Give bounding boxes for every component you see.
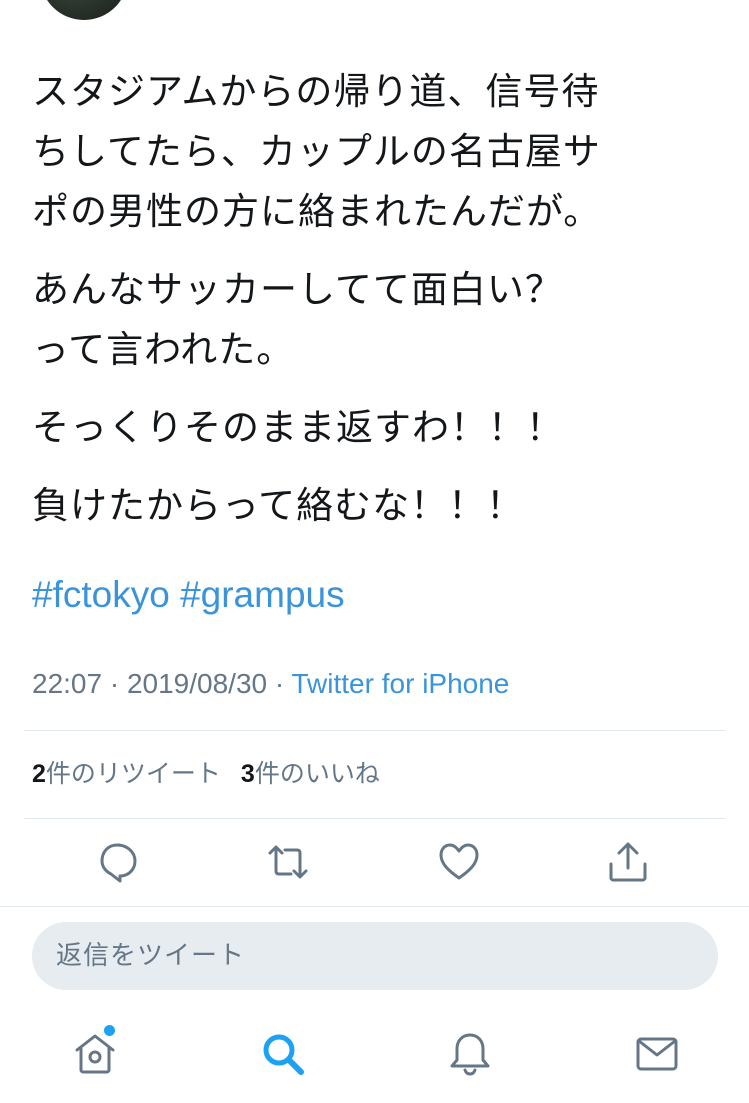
hashtag-link-grampus[interactable]: #grampus xyxy=(180,574,345,615)
tweet-line: って言われた。 xyxy=(32,328,295,371)
divider xyxy=(24,730,725,731)
tweet-date: 2019/08/30 xyxy=(126,668,268,699)
reply-icon[interactable] xyxy=(97,840,141,884)
reply-input[interactable]: 返信をツイート xyxy=(32,922,718,990)
notifications-icon[interactable] xyxy=(446,1030,494,1078)
divider xyxy=(24,818,725,819)
retweets-stat[interactable]: 2件のリツイート xyxy=(32,759,221,788)
tweet-line: 負けたからって絡むな！！！ xyxy=(32,484,525,527)
retweets-count: 2 xyxy=(32,760,46,788)
like-icon[interactable] xyxy=(437,840,481,884)
tweet-paragraph: そっくりそのまま返すわ！！！ xyxy=(32,398,722,458)
meta-separator: · xyxy=(274,668,285,699)
messages-icon[interactable] xyxy=(633,1030,681,1078)
search-icon[interactable] xyxy=(259,1030,307,1078)
tweet-line: スタジアムからの帰り道、信号待 xyxy=(32,70,600,113)
tweet-paragraph: スタジアムからの帰り道、信号待 ちしてたら、カップルの名古屋サ ポの男性の方に絡… xyxy=(32,62,722,242)
share-icon[interactable] xyxy=(606,840,650,884)
likes-count: 3 xyxy=(240,760,255,788)
tweet-line: ポの男性の方に絡まれたんだが。 xyxy=(32,190,602,233)
tweet-stats: 2件のリツイート 3件のいいね xyxy=(32,756,380,792)
tweet-text: スタジアムからの帰り道、信号待 ちしてたら、カップルの名古屋サ ポの男性の方に絡… xyxy=(32,62,722,554)
divider xyxy=(0,906,749,907)
hashtags: #fctokyo #grampus xyxy=(32,570,345,620)
avatar[interactable] xyxy=(40,0,128,20)
tweet-paragraph: あんなサッカーしてて面白い？ って言われた。 xyxy=(32,260,722,380)
likes-label: 件のいいね xyxy=(254,759,380,788)
tweet-source-link[interactable]: Twitter for iPhone xyxy=(292,668,510,699)
tweet-line: ちしてたら、カップルの名古屋サ xyxy=(32,130,601,173)
meta-separator: · xyxy=(109,668,120,699)
tweet-time: 22:07 xyxy=(32,668,103,699)
notification-badge xyxy=(104,1025,115,1036)
tweet-paragraph: 負けたからって絡むな！！！ xyxy=(32,476,722,536)
tweet-line: あんなサッカーしてて面白い？ xyxy=(32,268,563,311)
likes-stat[interactable]: 3件のいいね xyxy=(241,759,380,788)
hashtag-link-fctokyo[interactable]: #fctokyo xyxy=(32,574,170,615)
tweet-meta: 22:07 · 2019/08/30 · Twitter for iPhone xyxy=(32,664,509,704)
retweets-label: 件のリツイート xyxy=(45,759,221,788)
retweet-icon[interactable] xyxy=(266,840,310,884)
tweet-line: そっくりそのまま返すわ！！！ xyxy=(32,406,564,449)
home-icon[interactable] xyxy=(71,1030,119,1078)
reply-placeholder: 返信をツイート xyxy=(56,941,246,971)
